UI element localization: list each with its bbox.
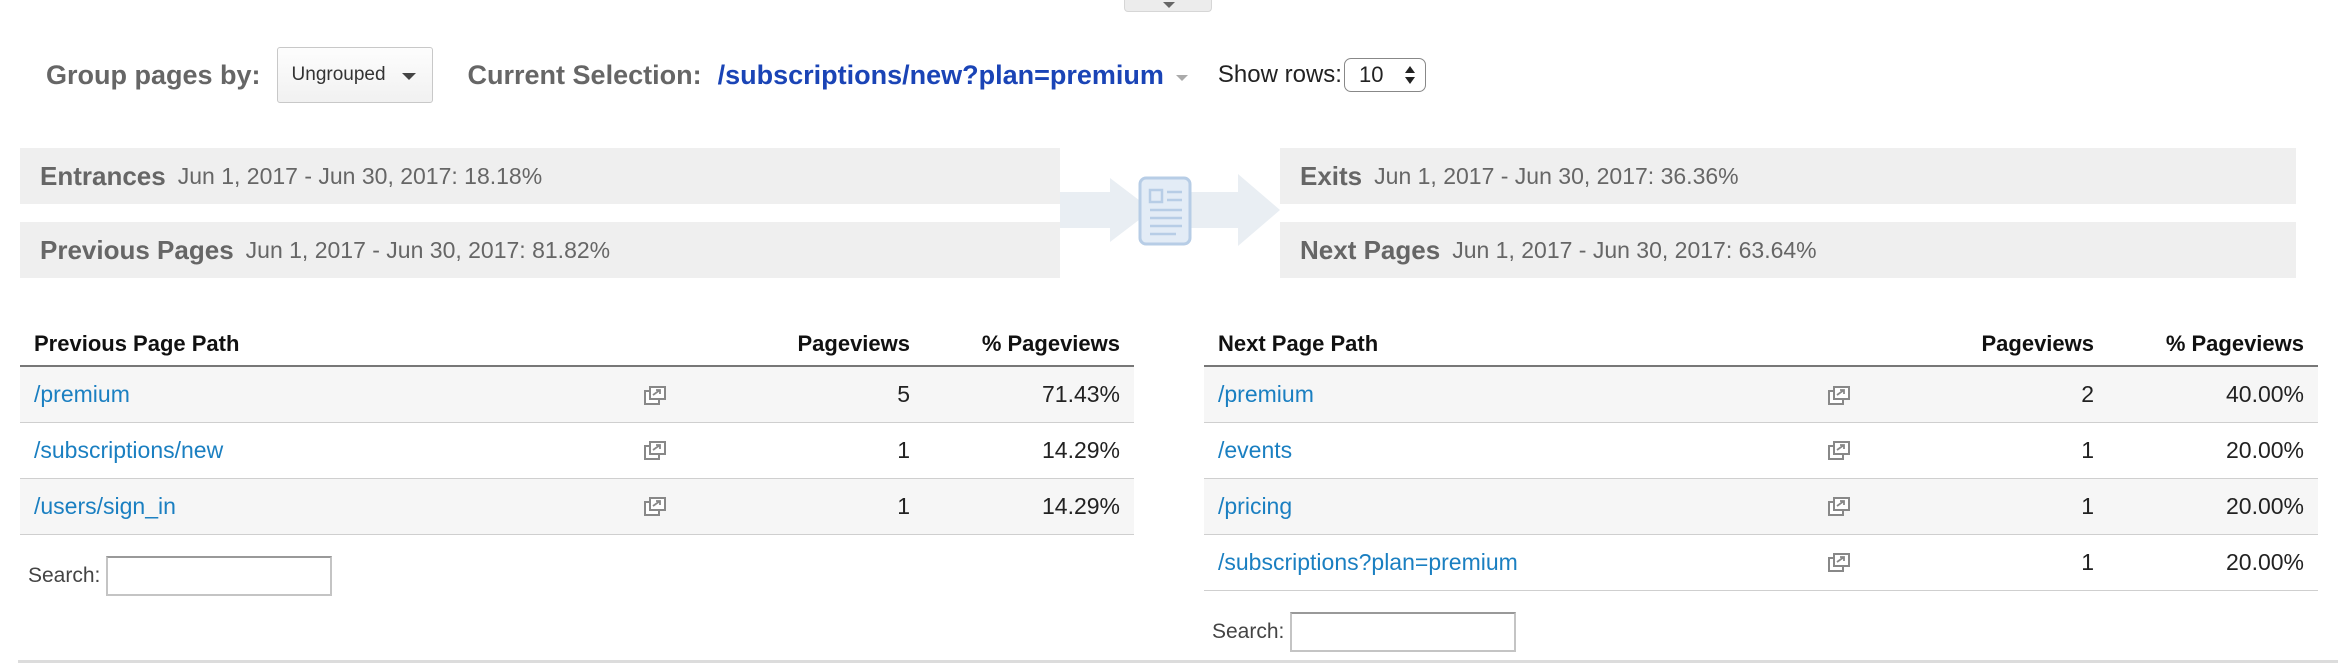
next-pct-pageviews-header[interactable]: % Pageviews — [2108, 322, 2318, 367]
previous-pages-title: Previous Pages — [40, 234, 234, 265]
show-rows-label: Show rows: — [1217, 61, 1342, 88]
pct-pageviews-cell: 14.29% — [924, 422, 1134, 479]
previous-search: Search: — [28, 556, 333, 596]
next-pages-title: Next Pages — [1300, 234, 1441, 265]
open-in-new-window-icon[interactable] — [1828, 385, 1850, 406]
table-row: /events 1 20.00% — [1204, 422, 2318, 479]
chevron-down-icon — [401, 73, 416, 80]
selection-dropdown-icon[interactable] — [1175, 75, 1188, 81]
current-selection-link[interactable]: /subscriptions/new?plan=premium — [718, 60, 1164, 91]
exits-title: Exits — [1300, 160, 1363, 191]
open-in-new-window-icon[interactable] — [644, 497, 666, 517]
next-path-link[interactable]: /events — [1218, 437, 1292, 463]
pct-pageviews-cell: 20.00% — [2108, 478, 2318, 535]
previous-pages-bar: Previous Pages Jun 1, 2017 - Jun 30, 201… — [20, 222, 1060, 278]
pct-pageviews-cell: 40.00% — [2108, 366, 2318, 423]
next-pageviews-header[interactable]: Pageviews — [1884, 322, 2108, 367]
next-search: Search: — [1212, 612, 1517, 652]
stepper-up-icon — [1404, 66, 1415, 73]
table-row: /premium 5 71.43% — [20, 366, 1134, 423]
previous-pct-pageviews-header[interactable]: % Pageviews — [924, 322, 1134, 367]
next-search-input[interactable] — [1290, 612, 1517, 652]
pageviews-cell: 1 — [1884, 422, 2108, 479]
stepper-down-icon — [1404, 77, 1415, 84]
pct-pageviews-cell: 14.29% — [924, 478, 1134, 535]
pct-pageviews-cell: 20.00% — [2108, 534, 2318, 591]
page-flow-icon — [1060, 174, 1280, 246]
next-path-link[interactable]: /subscriptions?plan=premium — [1218, 549, 1518, 575]
table-row: /premium 2 40.00% — [1204, 366, 2318, 423]
pageviews-cell: 1 — [700, 478, 924, 535]
entrances-title: Entrances — [40, 160, 166, 191]
next-page-table: Next Page Path Pageviews % Pageviews /pr… — [1204, 322, 2318, 591]
collapse-tab[interactable] — [1124, 0, 1212, 12]
previous-search-label: Search: — [28, 564, 101, 587]
pageviews-cell: 1 — [1884, 478, 2108, 535]
pageviews-cell: 5 — [700, 366, 924, 423]
next-path-link[interactable]: /pricing — [1218, 493, 1292, 519]
previous-path-link[interactable]: /premium — [34, 381, 130, 407]
control-bar: Group pages by: Ungrouped Current Select… — [46, 46, 1426, 104]
table-row: /subscriptions?plan=premium 1 20.00% — [1204, 534, 2318, 591]
previous-pageviews-header[interactable]: Pageviews — [700, 322, 924, 367]
current-selection-label: Current Selection: — [467, 59, 702, 90]
previous-page-path-header[interactable]: Previous Page Path — [20, 322, 610, 367]
group-pages-dropdown[interactable]: Ungrouped — [276, 47, 433, 103]
open-in-new-window-icon[interactable] — [1828, 497, 1850, 517]
previous-pages-value: Jun 1, 2017 - Jun 30, 2017: 81.82% — [245, 236, 611, 263]
group-pages-label: Group pages by: — [46, 59, 261, 90]
previous-path-link[interactable]: /subscriptions/new — [34, 437, 223, 463]
table-row: /users/sign_in 1 14.29% — [20, 478, 1134, 535]
next-path-link[interactable]: /premium — [1218, 381, 1314, 407]
pageviews-cell: 1 — [700, 422, 924, 479]
show-rows-select[interactable]: 10 — [1343, 58, 1426, 92]
exits-value: Jun 1, 2017 - Jun 30, 2017: 36.36% — [1374, 162, 1739, 189]
chevron-down-icon — [1163, 2, 1175, 8]
table-row: /subscriptions/new 1 14.29% — [20, 422, 1134, 479]
next-search-label: Search: — [1212, 620, 1285, 643]
pageviews-cell: 2 — [1884, 366, 2108, 423]
previous-search-input[interactable] — [106, 556, 333, 596]
bottom-divider — [18, 660, 2338, 663]
pct-pageviews-cell: 20.00% — [2108, 422, 2318, 479]
pageviews-cell: 1 — [1884, 534, 2108, 591]
pct-pageviews-cell: 71.43% — [924, 366, 1134, 423]
open-in-new-window-icon[interactable] — [1828, 553, 1850, 573]
exits-bar: Exits Jun 1, 2017 - Jun 30, 2017: 36.36% — [1280, 148, 2296, 204]
open-in-new-window-icon[interactable] — [644, 441, 666, 461]
previous-path-link[interactable]: /users/sign_in — [34, 493, 176, 519]
next-pages-bar: Next Pages Jun 1, 2017 - Jun 30, 2017: 6… — [1280, 222, 2296, 278]
group-pages-value: Ungrouped — [291, 64, 386, 85]
open-in-new-window-icon[interactable] — [644, 385, 666, 406]
show-rows-value: 10 — [1358, 62, 1384, 87]
previous-page-table: Previous Page Path Pageviews % Pageviews… — [20, 322, 1134, 535]
entrances-value: Jun 1, 2017 - Jun 30, 2017: 18.18% — [177, 162, 543, 189]
next-pages-value: Jun 1, 2017 - Jun 30, 2017: 63.64% — [1452, 236, 1817, 263]
table-row: /pricing 1 20.00% — [1204, 478, 2318, 535]
open-in-new-window-icon[interactable] — [1828, 441, 1850, 461]
next-page-path-header[interactable]: Next Page Path — [1204, 322, 1794, 367]
entrances-bar: Entrances Jun 1, 2017 - Jun 30, 2017: 18… — [20, 148, 1060, 204]
